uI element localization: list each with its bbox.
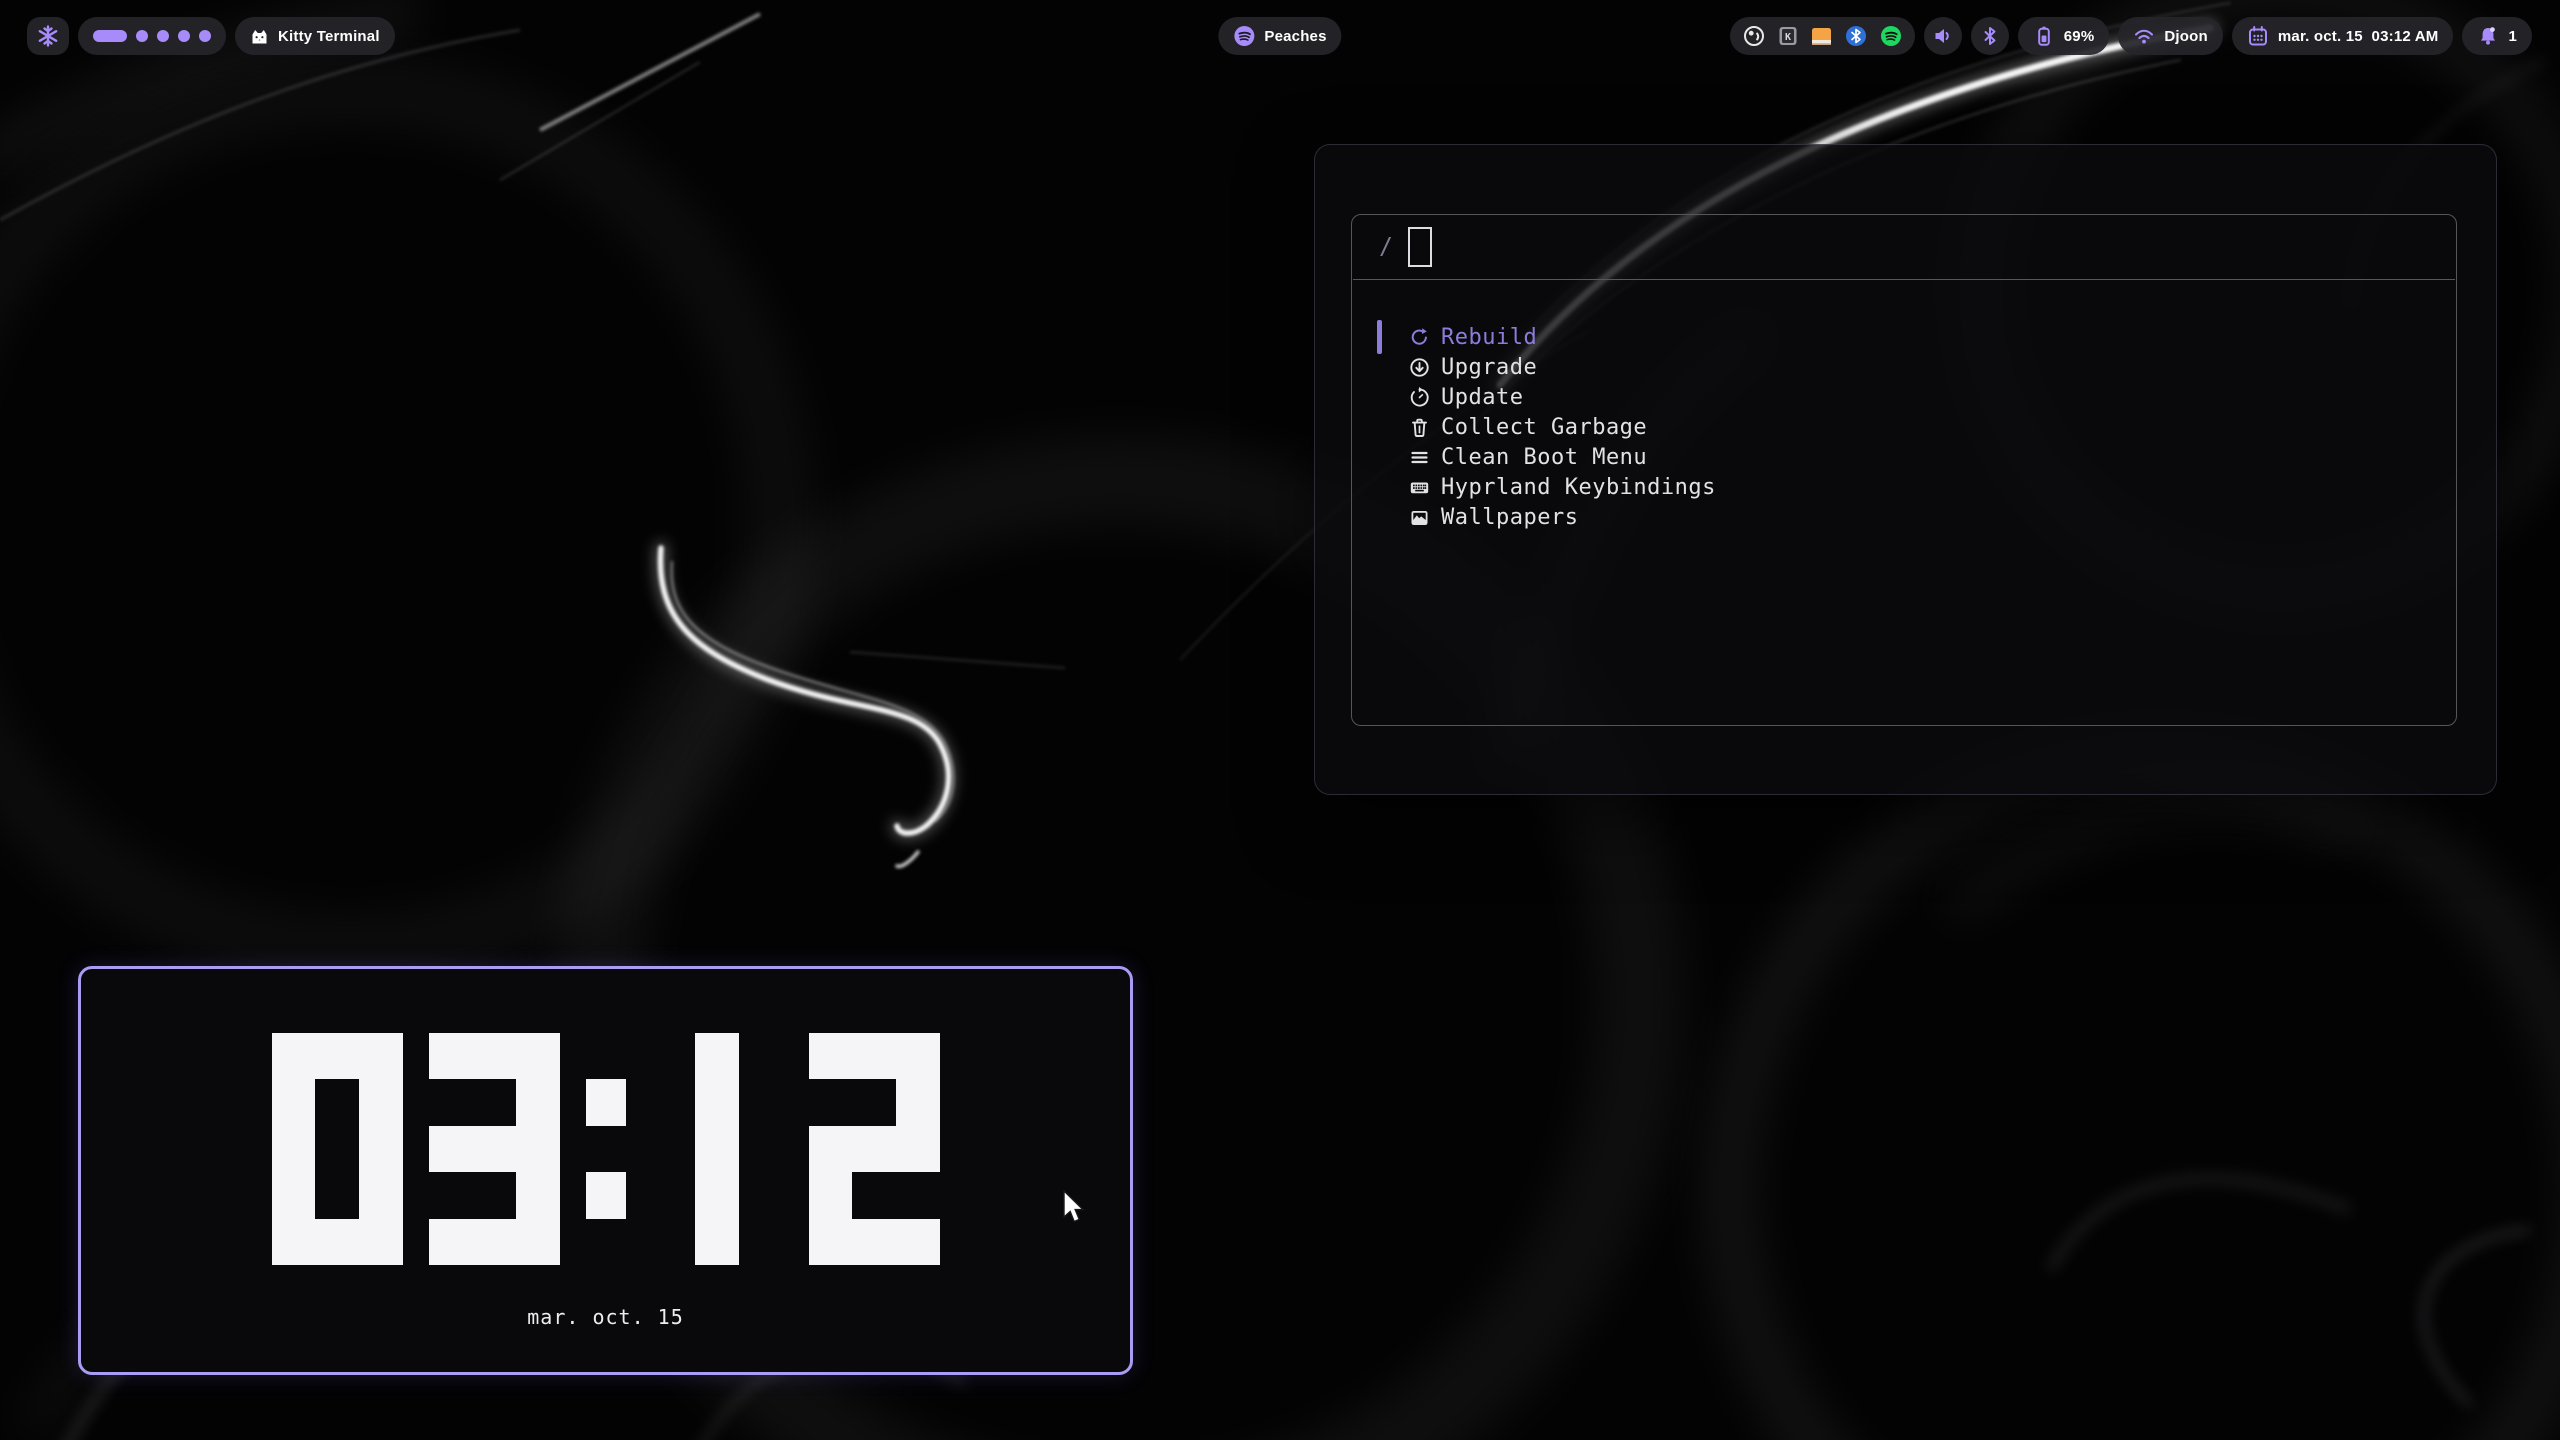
speaker-icon [1932,25,1954,47]
menu-item-label: Upgrade [1441,355,1537,380]
history-icon [1409,387,1430,408]
menu-item-collect-garbage[interactable]: Collect Garbage [1352,412,2456,442]
menu-item-label: Rebuild [1441,325,1537,350]
svg-text:K: K [1785,32,1791,43]
focused-window-pill[interactable]: Kitty Terminal [235,17,395,55]
menu-item-update[interactable]: Update [1352,382,2456,412]
notification-count: 1 [2508,28,2517,45]
network-name: Djoon [2164,28,2208,45]
mouse-cursor [1062,1190,1088,1224]
menu-item-hyprland-keybindings[interactable]: Hyprland Keybindings [1352,472,2456,502]
notifications-pill[interactable]: 1 [2462,17,2532,55]
search-row[interactable]: / [1352,215,2456,279]
menu-item-label: Hyprland Keybindings [1441,475,1716,500]
workspace-dot[interactable] [199,30,211,42]
orange-app-icon[interactable] [1811,26,1832,47]
menu-item-label: Clean Boot Menu [1441,445,1647,470]
datetime-pill[interactable]: mar. oct. 15 03:12 AM [2232,17,2454,55]
workspace-dot[interactable] [157,30,169,42]
clock-widget: mar. oct. 15 [78,966,1133,1375]
volume-button[interactable] [1924,17,1962,55]
nix-launcher-button[interactable] [27,17,69,55]
menu-item-upgrade[interactable]: Upgrade [1352,352,2456,382]
refresh-icon [1409,327,1430,348]
clock-colon [586,1033,626,1265]
obs-icon[interactable] [1743,25,1765,47]
bluetooth-icon [1980,26,2000,46]
prompt-symbol: / [1379,234,1393,260]
image-icon [1409,507,1430,528]
datetime-label: mar. oct. 15 03:12 AM [2278,28,2439,45]
menu-lines-icon [1409,447,1430,468]
workspace-dot[interactable] [136,30,148,42]
clock-digit [652,1033,783,1265]
clock-time [81,1033,1130,1265]
battery-pill[interactable]: 69% [2018,17,2110,55]
media-player-pill[interactable]: Peaches [1218,17,1341,55]
workspace-dot[interactable] [178,30,190,42]
k-app-icon[interactable]: K [1778,26,1798,46]
download-circle-icon [1409,357,1430,378]
spotify-icon [1233,25,1255,47]
wifi-icon [2133,25,2155,47]
keyboard-icon [1409,477,1430,498]
calendar-icon [2247,25,2269,47]
clock-digit [809,1033,940,1265]
nixos-snowflake-icon [37,25,59,47]
menu-item-wallpapers[interactable]: Wallpapers [1352,502,2456,532]
topbar-right: K [1730,17,2532,55]
clock-digit [272,1033,403,1265]
workspaces-indicator[interactable] [78,17,226,55]
launcher-panel: / Rebuild Upgrade [1351,214,2457,726]
system-tray: K [1730,17,1915,55]
clock-date: mar. oct. 15 [81,1305,1130,1329]
cat-icon [250,27,269,46]
menu-list: Rebuild Upgrade Update [1352,280,2456,725]
bluetooth-tray-icon[interactable] [1845,25,1867,47]
clock-digit [429,1033,560,1265]
bell-icon [2477,25,2499,47]
focused-window-title: Kitty Terminal [278,28,380,45]
menu-item-clean-boot-menu[interactable]: Clean Boot Menu [1352,442,2456,472]
menu-item-label: Update [1441,385,1523,410]
battery-percent: 69% [2064,28,2095,45]
trash-icon [1409,417,1430,438]
menu-item-rebuild[interactable]: Rebuild [1352,322,2456,352]
desktop: { "topbar": { "nix_icon": "nixos-snowfla… [0,0,2560,1440]
topbar-left: Kitty Terminal [27,17,395,55]
media-track-title: Peaches [1264,28,1326,45]
spotify-tray-icon[interactable] [1880,25,1902,47]
menu-item-label: Wallpapers [1441,505,1578,530]
launcher-window: / Rebuild Upgrade [1314,144,2497,795]
menu-item-label: Collect Garbage [1441,415,1647,440]
network-pill[interactable]: Djoon [2118,17,2223,55]
battery-icon [2033,25,2055,47]
topbar-center: Peaches [1218,17,1341,55]
workspace-active[interactable] [93,30,127,42]
bluetooth-button[interactable] [1971,17,2009,55]
text-cursor [1408,227,1432,267]
